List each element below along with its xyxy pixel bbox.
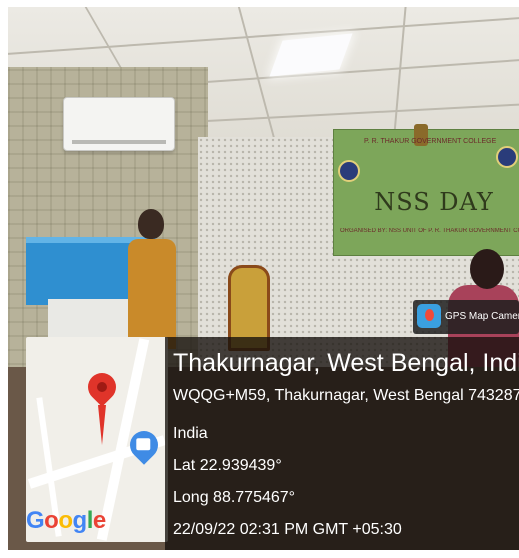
location-info-panel: Thakurnagar, West Bengal, India WQQG+M59… [165, 337, 519, 550]
google-logo-letter: o [44, 507, 59, 534]
seated-person-head [470, 249, 504, 289]
address-line-1: WQQG+M59, Thakurnagar, West Bengal 74328… [173, 387, 519, 404]
google-logo-text: Google [26, 507, 106, 534]
speaker-head [138, 209, 164, 239]
ac-vent [72, 140, 166, 144]
ceiling-grid-line [237, 7, 281, 157]
shopping-bag-glyph [136, 438, 151, 451]
gps-map-camera-badge: GPS Map Camera [413, 300, 519, 334]
speaker-person [128, 209, 178, 349]
gps-map-camera-icon [417, 304, 441, 328]
banner-subtitle: ORGANISED BY: NSS UNIT OF P. R. THAKUR G… [340, 228, 519, 234]
google-logo-letter: G [26, 507, 45, 534]
speaker-body [128, 239, 176, 349]
google-logo-letter: o [58, 507, 73, 534]
shopping-bag-icon [124, 425, 164, 465]
ceiling-grid-line [8, 17, 519, 55]
map-thumbnail[interactable]: Google [26, 337, 168, 542]
college-logo-icon [338, 160, 360, 182]
longitude: Long 88.775467° [173, 489, 296, 506]
badge-pin-shape [425, 309, 434, 321]
google-logo-letter: g [72, 507, 88, 534]
datetime: 22/09/22 02:31 PM GMT +05:30 [173, 521, 402, 538]
photo-frame: P. R. THAKUR GOVERNMENT COLLEGE NSS DAY … [8, 7, 519, 550]
latitude: Lat 22.939439° [173, 457, 282, 474]
location-title: Thakurnagar, West Bengal, India [173, 349, 519, 377]
google-logo-letter: e [92, 507, 106, 534]
nss-day-banner: P. R. THAKUR GOVERNMENT COLLEGE NSS DAY … [333, 124, 519, 256]
badge-label: GPS Map Camera [445, 311, 519, 322]
google-logo: Google [26, 507, 106, 535]
map-pin-tail [98, 405, 106, 445]
map-pin-dot [94, 379, 110, 395]
air-conditioner [63, 97, 175, 151]
banner-title: NSS DAY [374, 188, 494, 216]
address-line-2: India [173, 425, 208, 442]
ceiling-light [269, 33, 353, 77]
map-pin-icon [82, 367, 122, 407]
banner-org-name: P. R. THAKUR GOVERNMENT COLLEGE [364, 138, 497, 145]
